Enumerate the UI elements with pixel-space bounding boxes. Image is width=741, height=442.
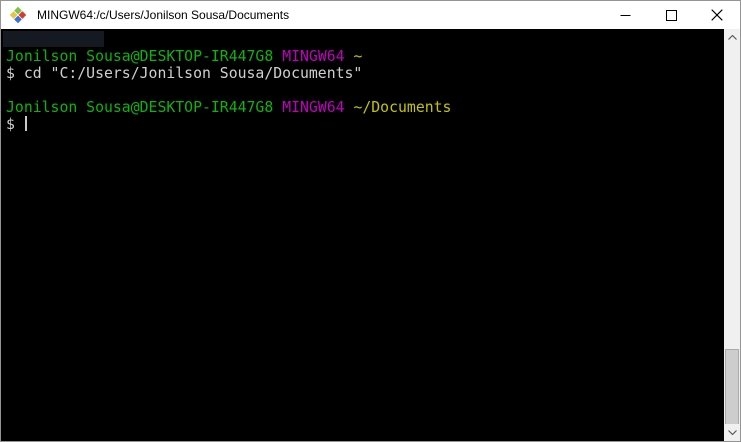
terminal-screen[interactable]: Jonilson Sousa@DESKTOP-IR447G8 MINGW64 ~…: [1, 29, 724, 441]
terminal-cursor: [24, 116, 27, 131]
git-bash-mintty-icon[interactable]: [9, 6, 27, 24]
terminal-line: Jonilson Sousa@DESKTOP-IR447G8 MINGW64 ~…: [6, 99, 724, 116]
scroll-up-button[interactable]: [724, 29, 740, 46]
scroll-down-button[interactable]: [724, 424, 740, 441]
title-bar[interactable]: MINGW64:/c/Users/Jonilson Sousa/Document…: [1, 1, 740, 29]
terminal-text-segment: $ cd "C:/Users/Jonilson Sousa/Documents": [6, 65, 363, 82]
terminal-text-segment: MINGW64: [282, 99, 345, 116]
chevron-up-icon: [727, 35, 737, 40]
terminal-text-segment: Jonilson Sousa@DESKTOP-IR447G8: [6, 99, 274, 116]
window-title: MINGW64:/c/Users/Jonilson Sousa/Document…: [37, 8, 290, 22]
maximize-icon: [665, 9, 677, 21]
caption-buttons: [602, 1, 740, 29]
maximize-button[interactable]: [648, 1, 694, 29]
chevron-down-icon: [727, 430, 737, 435]
close-button[interactable]: [694, 1, 740, 29]
terminal-line: $: [6, 116, 724, 133]
terminal-text-segment: Jonilson Sousa@DESKTOP-IR447G8: [6, 48, 274, 65]
minimize-button[interactable]: [602, 1, 648, 29]
terminal-output: Jonilson Sousa@DESKTOP-IR447G8 MINGW64 ~…: [6, 31, 724, 133]
vertical-scrollbar[interactable]: [724, 29, 740, 441]
terminal-line: Jonilson Sousa@DESKTOP-IR447G8 MINGW64 ~: [6, 48, 724, 65]
terminal-text-segment: MINGW64: [282, 48, 345, 65]
terminal-text-segment: ~: [344, 48, 363, 65]
close-icon: [711, 9, 723, 21]
terminal-line: $ cd "C:/Users/Jonilson Sousa/Documents": [6, 65, 724, 82]
scrollbar-thumb[interactable]: [725, 349, 739, 427]
terminal-text-segment: $: [6, 116, 24, 133]
terminal-text-segment: ~/Documents: [344, 99, 452, 116]
terminal-window: MINGW64:/c/Users/Jonilson Sousa/Document…: [0, 0, 741, 442]
minimize-icon: [620, 14, 630, 16]
